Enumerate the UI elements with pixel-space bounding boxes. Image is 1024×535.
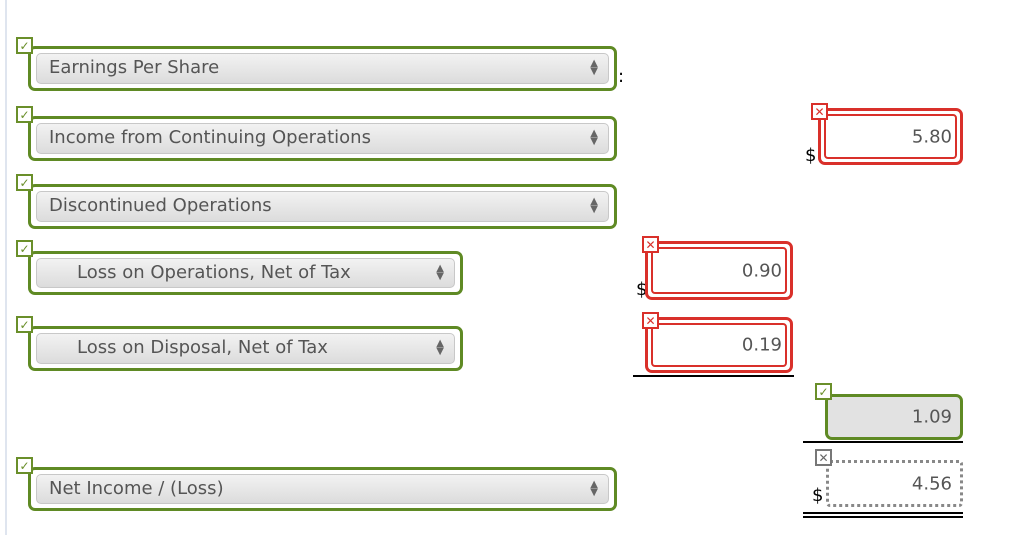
net-income-select[interactable]: Net Income / (Loss) ▲ ▼ [36, 474, 609, 504]
left-border [5, 0, 7, 535]
check-icon: ✓ [16, 316, 33, 333]
updown-arrows-icon: ▲ ▼ [436, 263, 444, 282]
select-wrapper: Loss on Operations, Net of Tax ▲ ▼ [28, 251, 463, 295]
net-income-input[interactable]: 4.56 [826, 460, 963, 507]
select-wrapper: Loss on Disposal, Net of Tax ▲ ▼ [28, 326, 463, 371]
updown-arrows-icon: ▲ ▼ [590, 479, 598, 498]
select-value: Loss on Disposal, Net of Tax [77, 337, 328, 358]
select-value: Earnings Per Share [49, 57, 220, 78]
colon: : [618, 66, 625, 87]
check-icon: ✓ [16, 106, 33, 123]
x-icon: ✕ [642, 236, 659, 253]
x-icon: ✕ [811, 103, 828, 120]
check-icon: ✓ [16, 37, 33, 54]
continuing-operations-select[interactable]: Income from Continuing Operations ▲ ▼ [36, 123, 609, 154]
input-value: 0.19 [741, 334, 782, 356]
x-icon: ✕ [815, 449, 832, 466]
check-icon: ✓ [16, 174, 33, 191]
discontinued-operations-select[interactable]: Discontinued Operations ▲ ▼ [36, 191, 609, 222]
input-value: 4.56 [911, 473, 952, 494]
loss-disposal-input[interactable]: 0.19 [645, 317, 793, 373]
double-rule-bottom [803, 516, 963, 518]
check-icon: ✓ [16, 457, 33, 474]
dollar-sign: $ [805, 145, 817, 166]
dollar-sign: $ [812, 485, 824, 506]
updown-arrows-icon: ▲ ▼ [436, 338, 444, 357]
subtotal-rule [633, 375, 794, 377]
x-icon: ✕ [642, 312, 659, 329]
discontinued-total-input[interactable]: 1.09 [825, 394, 963, 440]
select-wrapper: Discontinued Operations ▲ ▼ [28, 184, 617, 229]
loss-operations-input[interactable]: 0.90 [645, 241, 793, 300]
double-rule-top [803, 512, 963, 514]
total-rule [803, 441, 963, 443]
updown-arrows-icon: ▲ ▼ [590, 196, 598, 215]
select-value: Net Income / (Loss) [49, 478, 224, 499]
select-value: Loss on Operations, Net of Tax [77, 262, 351, 283]
earnings-per-share-select[interactable]: Earnings Per Share ▲ ▼ [36, 53, 609, 84]
loss-operations-select[interactable]: Loss on Operations, Net of Tax ▲ ▼ [36, 258, 455, 288]
check-icon: ✓ [16, 240, 33, 257]
continuing-ops-input[interactable]: 5.80 [818, 108, 963, 165]
select-wrapper: Net Income / (Loss) ▲ ▼ [28, 467, 617, 511]
check-icon: ✓ [815, 383, 832, 400]
select-value: Income from Continuing Operations [49, 127, 371, 148]
input-value: 1.09 [911, 406, 952, 428]
select-wrapper: Income from Continuing Operations ▲ ▼ [28, 116, 617, 161]
loss-disposal-select[interactable]: Loss on Disposal, Net of Tax ▲ ▼ [36, 333, 455, 364]
updown-arrows-icon: ▲ ▼ [590, 58, 598, 77]
input-value: 5.80 [911, 126, 952, 147]
select-value: Discontinued Operations [49, 195, 272, 216]
input-value: 0.90 [741, 260, 782, 281]
updown-arrows-icon: ▲ ▼ [590, 128, 598, 147]
select-wrapper: Earnings Per Share ▲ ▼ [28, 46, 617, 91]
